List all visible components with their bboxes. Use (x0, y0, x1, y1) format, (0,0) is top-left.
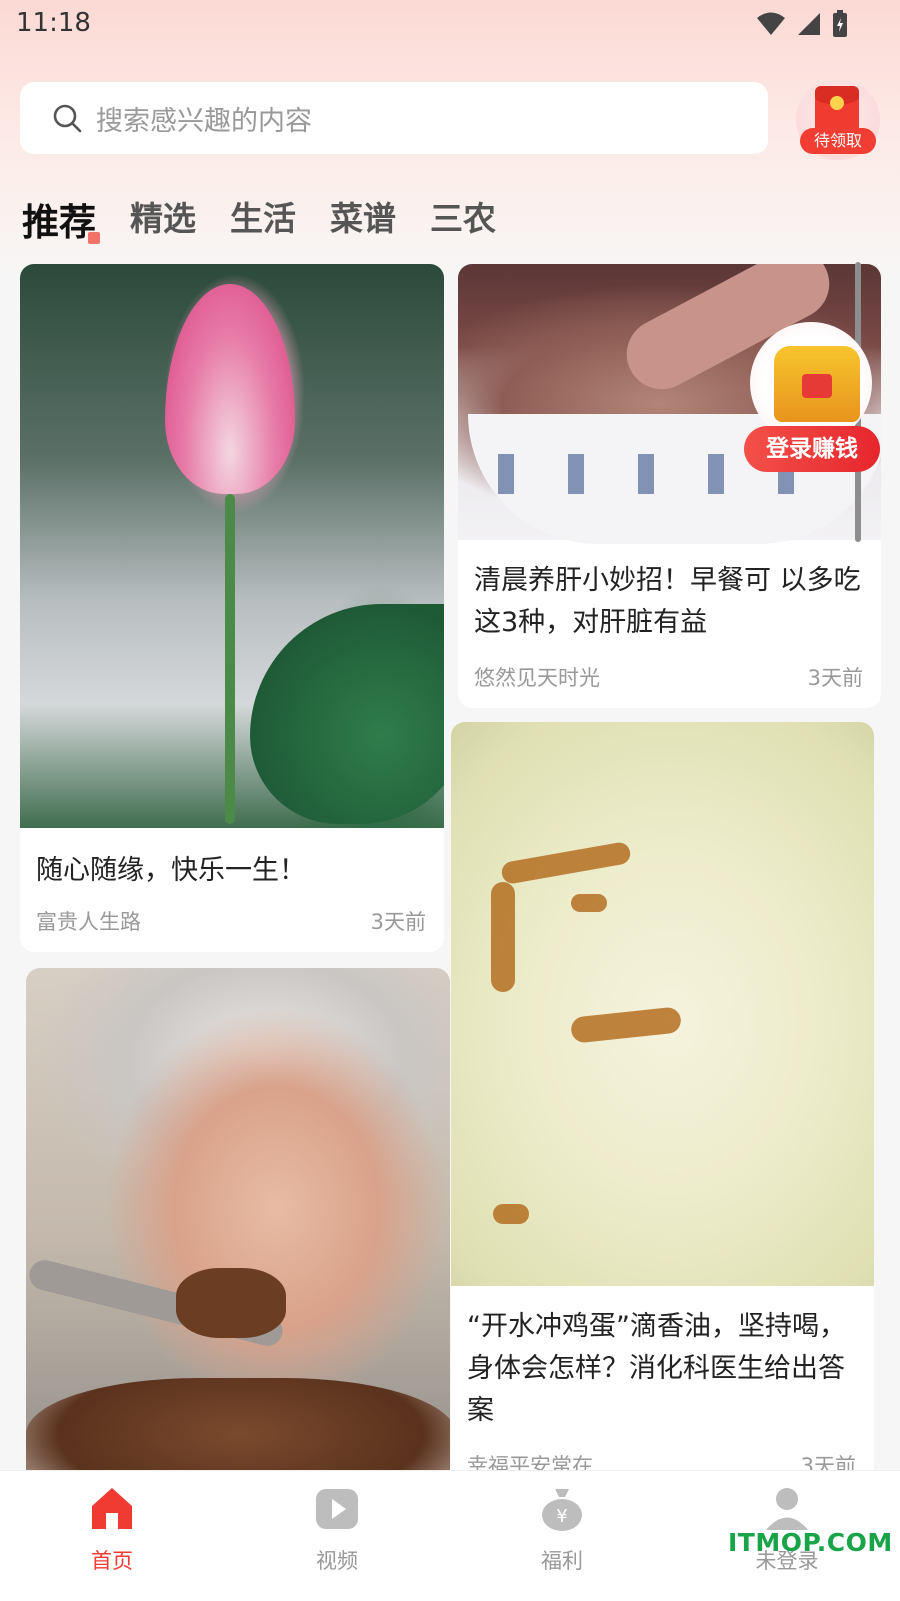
oil-drop (493, 1204, 529, 1224)
nav-home-label: 首页 (91, 1549, 133, 1573)
tab-recipes[interactable]: 菜谱 (330, 192, 396, 246)
watermark: ITMOP.COM (728, 1528, 893, 1557)
nav-welfare-label: 福利 (541, 1549, 583, 1573)
nav-video[interactable]: 视频 (277, 1483, 397, 1593)
food-shape (176, 1268, 286, 1338)
login-earn-label: 登录赚钱 (744, 426, 880, 472)
card-title: 随心随缘，快乐一生！ (36, 855, 306, 886)
tab-featured[interactable]: 精选 (130, 192, 196, 246)
search-input[interactable]: 搜索感兴趣的内容 (20, 82, 768, 154)
stem-shape (225, 494, 235, 824)
oil-drop (500, 840, 632, 886)
battery-icon (833, 10, 847, 37)
bud-shape (165, 284, 295, 494)
welfare-icon: ¥ (542, 1489, 582, 1531)
card-time: 3天前 (370, 910, 426, 934)
tab-life[interactable]: 生活 (230, 192, 296, 246)
red-packet-label: 待领取 (800, 128, 876, 154)
login-earn-button[interactable]: 登录赚钱 (744, 322, 880, 482)
treasure-chest-icon (774, 346, 860, 422)
search-icon (53, 104, 82, 133)
feed-card[interactable]: 随心随缘，快乐一生！ 富贵人生路 3天前 (20, 264, 444, 952)
card-title: 清晨养肝小妙招！早餐可 以多吃这3种，对肝脏有益 (474, 565, 861, 638)
search-placeholder: 搜索感兴趣的内容 (96, 105, 312, 137)
status-time: 11:18 (16, 8, 91, 38)
nav-video-label: 视频 (316, 1549, 358, 1573)
profile-icon (766, 1488, 808, 1530)
wifi-icon (757, 12, 785, 35)
oil-drop (491, 882, 515, 992)
feed-card[interactable] (26, 968, 450, 1508)
card-author: 富贵人生路 (36, 910, 141, 934)
svg-text:¥: ¥ (556, 1506, 567, 1527)
category-tabs: 推荐 精选 生活 菜谱 三农 (22, 192, 530, 246)
card-meta: 悠然见天时光 3天前 (474, 662, 863, 692)
red-packet-button[interactable]: 待领取 (796, 80, 880, 160)
grandma-image (26, 968, 450, 1508)
lotus-image (20, 264, 444, 828)
signal-icon (798, 13, 820, 35)
card-title: “开水冲鸡蛋”滴香油，坚持喝，身体会怎样？消化科医生给出答案 (467, 1311, 846, 1426)
tab-agriculture[interactable]: 三农 (430, 192, 496, 246)
card-author: 悠然见天时光 (474, 666, 600, 690)
card-time: 3天前 (807, 666, 863, 690)
nav-home[interactable]: 首页 (52, 1483, 172, 1593)
tab-recommend[interactable]: 推荐 (22, 192, 100, 246)
egg-drink-image (451, 722, 874, 1286)
oil-drop (571, 894, 607, 912)
feed-card[interactable]: “开水冲鸡蛋”滴香油，坚持喝，身体会怎样？消化科医生给出答案 幸福平安常在 3天… (451, 722, 874, 1496)
video-icon (316, 1489, 358, 1529)
red-envelope-icon (815, 86, 859, 134)
status-bar: 11:18 (0, 0, 900, 50)
nav-welfare[interactable]: ¥ 福利 (502, 1483, 622, 1593)
oil-drop (569, 1006, 683, 1044)
home-icon (92, 1488, 132, 1529)
card-meta: 富贵人生路 3天前 (36, 906, 426, 936)
leaf-shape (250, 604, 444, 824)
status-icons (756, 10, 848, 38)
